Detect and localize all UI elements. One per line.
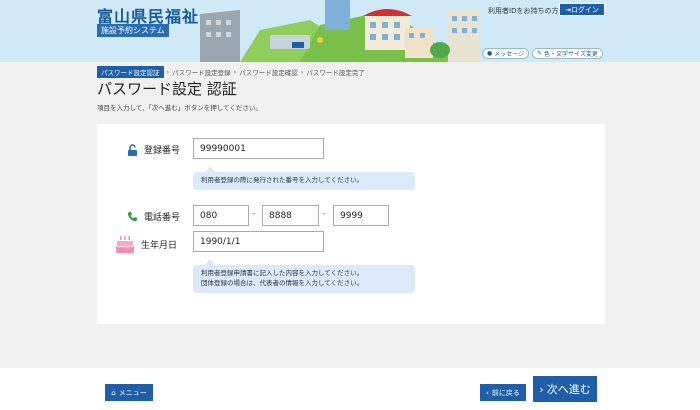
phone-separator: - <box>322 209 326 219</box>
birthdate-hint-line1: 利用者登録申請書に記入した内容を入力してください。 <box>201 269 364 277</box>
breadcrumb: パスワード設定認証 › パスワード設定登録 › パスワード設定確認 › パスワー… <box>97 66 365 78</box>
back-button[interactable]: ‹ 前に戻る <box>480 384 526 401</box>
registration-number-hint: 利用者登録の際に発行された番号を入力してください。 <box>193 166 415 190</box>
breadcrumb-chevron-icon: › <box>166 68 170 76</box>
header: 富山県民福祉公園 施設予約システム 利用者IDをお持ちの方 ⇥ ログイン ● メ… <box>0 0 700 62</box>
birthdate-hint-line2: 団体登録の場合は、代表者の情報を入力してください。 <box>201 278 364 287</box>
footer-bar: ⌂ メニュー ‹ 前に戻る › 次へ進む <box>0 368 700 410</box>
instruction-text: 項目を入力して、「次へ進む」ボタンを押してください。 <box>97 104 262 112</box>
page-title: パスワード設定 認証 <box>97 80 237 98</box>
birthdate-label-text: 生年月日 <box>141 240 178 251</box>
next-button[interactable]: › 次へ進む <box>533 376 597 402</box>
header-illustration <box>200 0 480 62</box>
breadcrumb-item-current: パスワード設定認証 <box>97 66 164 78</box>
breadcrumb-chevron-icon: › <box>300 68 304 76</box>
registration-number-label-text: 登録番号 <box>144 146 181 156</box>
birthdate-label: 生年月日 <box>115 234 177 254</box>
home-icon: ⌂ <box>111 388 116 397</box>
phone-part3-input[interactable]: 9999 <box>333 205 389 226</box>
site-subtitle: 施設予約システム <box>97 24 169 37</box>
birthdate-input[interactable]: 1990/1/1 <box>193 231 324 252</box>
phone-part2-input[interactable]: 8888 <box>262 205 319 226</box>
phone-label-text: 電話番号 <box>144 213 181 223</box>
menu-button[interactable]: ⌂ メニュー <box>105 384 153 401</box>
back-button-label: 前に戻る <box>491 388 520 397</box>
display-settings-button[interactable]: ✎ 色・文字サイズ変更 <box>532 48 603 59</box>
phone-label: 電話番号 <box>127 210 180 223</box>
phone-icon <box>127 212 137 222</box>
chevron-right-icon: › <box>539 382 544 396</box>
breadcrumb-item: パスワード設定完了 <box>306 69 365 77</box>
phone-separator: - <box>252 209 256 219</box>
pen-icon: ✎ <box>537 50 543 57</box>
display-settings-label: 色・文字サイズ変更 <box>544 51 598 58</box>
speech-bubble-icon: ● <box>487 50 493 57</box>
next-button-label: 次へ進む <box>546 383 591 396</box>
message-button-label: メッセージ <box>494 51 525 58</box>
unlock-icon <box>128 143 137 156</box>
login-button[interactable]: ⇥ ログイン <box>559 3 605 16</box>
breadcrumb-item: パスワード設定確認 <box>239 69 298 77</box>
message-button[interactable]: ● メッセージ <box>482 48 530 59</box>
form-card: 登録番号 99990001 利用者登録の際に発行された番号を入力してください。 … <box>97 124 605 324</box>
menu-button-label: メニュー <box>118 388 147 397</box>
birthdate-hint: 利用者登録申請書に記入した内容を入力してください。 団体登録の場合は、代表者の情… <box>193 259 415 293</box>
breadcrumb-chevron-icon: › <box>233 68 237 76</box>
chevron-left-icon: ‹ <box>486 388 489 397</box>
registration-number-input[interactable]: 99990001 <box>193 138 324 159</box>
login-help-link[interactable]: 利用者IDをお持ちの方 <box>488 6 558 16</box>
phone-part1-input[interactable]: 080 <box>193 205 249 226</box>
login-button-label: ログイン <box>570 5 599 14</box>
birthday-cake-icon <box>116 236 134 253</box>
breadcrumb-item: パスワード設定登録 <box>172 69 231 77</box>
registration-number-label: 登録番号 <box>127 143 180 156</box>
